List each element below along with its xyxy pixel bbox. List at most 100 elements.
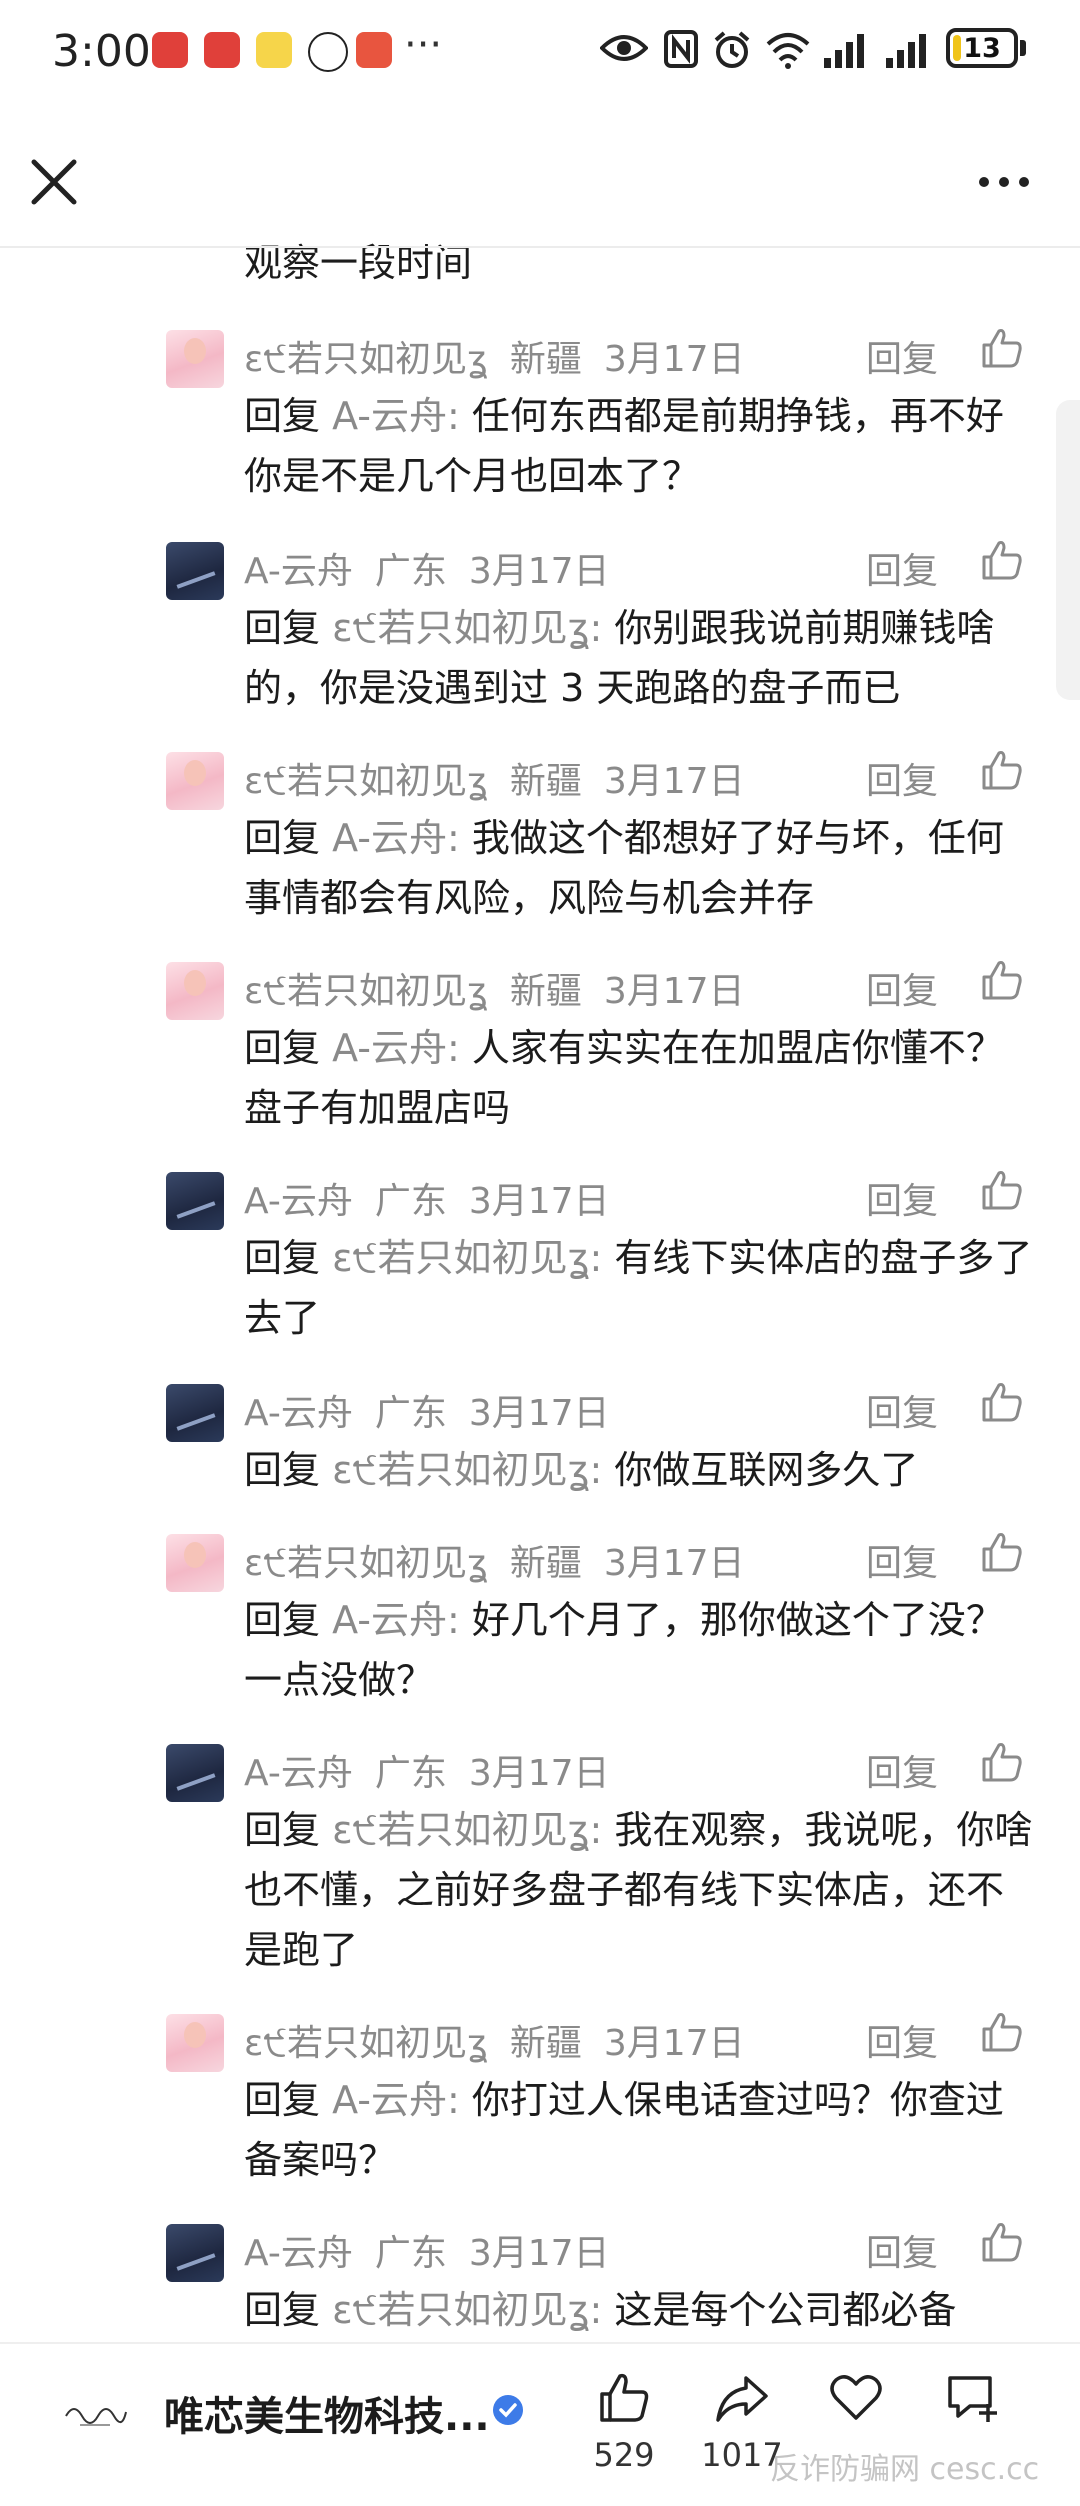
comment-text: 回复 A-云舟: 好几个月了，那你做这个了没？一点没做？ (244, 1590, 1034, 1710)
comment-author[interactable]: A-云舟 (244, 1393, 353, 1434)
comment-location: 新疆 (509, 2023, 582, 2064)
avatar[interactable] (166, 2014, 224, 2072)
reply-target[interactable]: A-云舟: (332, 2078, 460, 2122)
reply-button[interactable]: 回复 (866, 752, 938, 804)
like-action[interactable]: 529 (574, 2370, 674, 2474)
thumbs-up-icon[interactable] (980, 748, 1024, 792)
reply-prefix: 回复 (244, 1448, 321, 1492)
reply-button[interactable]: 回复 (866, 1384, 938, 1436)
reply-target[interactable]: ε੯若只如初见ʓ: (332, 606, 602, 650)
comment-body: 你做互联网多久了 (614, 1448, 919, 1492)
comment-date: 3月17日 (468, 2233, 610, 2274)
favorite-action[interactable] (806, 2370, 906, 2426)
avatar[interactable] (166, 752, 224, 810)
comment-meta: A-云舟 广东 3月17日 (244, 1384, 632, 1436)
comment-meta: ε੯若只如初见ʓ 新疆 3月17日 (244, 330, 767, 382)
share-icon (716, 2376, 768, 2422)
reply-target[interactable]: A-云舟: (332, 1026, 460, 1070)
avatar[interactable] (166, 1384, 224, 1442)
avatar[interactable] (166, 1534, 224, 1592)
comment-meta: A-云舟 广东 3月17日 (244, 2224, 632, 2276)
thumbs-up-icon[interactable] (980, 538, 1024, 582)
reply-target[interactable]: ε੯若只如初见ʓ: (332, 2288, 602, 2332)
thumbs-up-icon[interactable] (980, 1530, 1024, 1574)
comment-author[interactable]: A-云舟 (244, 1753, 353, 1794)
reply-target[interactable]: ε੯若只如初见ʓ: (332, 1808, 602, 1852)
thumbs-up-icon[interactable] (980, 2010, 1024, 2054)
app-notification-icon (356, 32, 392, 68)
reply-button[interactable]: 回复 (866, 542, 938, 594)
comment-text: 回复 ε੯若只如初见ʓ: 这是每个公司都必备 (244, 2280, 1034, 2340)
comment-author[interactable]: A-云舟 (244, 1181, 353, 1222)
thumbs-up-icon[interactable] (980, 1168, 1024, 1212)
comment-location: 广东 (374, 1181, 447, 1222)
comment-location: 新疆 (509, 1543, 582, 1584)
comment-add-icon (948, 2376, 997, 2422)
battery-indicator: 13 (946, 28, 1018, 68)
reply-prefix: 回复 (244, 2078, 321, 2122)
thumbs-up-icon[interactable] (980, 2220, 1024, 2264)
comment-author[interactable]: ε੯若只如初见ʓ (244, 2023, 488, 2064)
reply-prefix: 回复 (244, 816, 321, 860)
comment-action[interactable] (922, 2370, 1022, 2426)
signal-icon (824, 34, 864, 68)
reply-prefix: 回复 (244, 394, 321, 438)
avatar[interactable] (166, 1172, 224, 1230)
reply-button[interactable]: 回复 (866, 1744, 938, 1796)
comment-author[interactable]: ε੯若只如初见ʓ (244, 761, 488, 802)
thumbs-up-icon[interactable] (980, 1740, 1024, 1784)
brand-logo-icon[interactable] (60, 2394, 130, 2434)
more-horizontal-icon[interactable] (976, 172, 1032, 192)
qq-icon (308, 32, 348, 72)
thumbs-up-icon[interactable] (980, 958, 1024, 1002)
comment-text: 回复 A-云舟: 你打过人保电话查过吗？你查过备案吗？ (244, 2070, 1034, 2190)
comment-author[interactable]: A-云舟 (244, 2233, 353, 2274)
reply-target[interactable]: A-云舟: (332, 1598, 460, 1642)
reply-button[interactable]: 回复 (866, 1534, 938, 1586)
comment-date: 3月17日 (603, 2023, 745, 2064)
reply-button[interactable]: 回复 (866, 2014, 938, 2066)
reply-button[interactable]: 回复 (866, 962, 938, 1014)
comment-author[interactable]: ε੯若只如初见ʓ (244, 971, 488, 1012)
brand-name[interactable]: 唯芯美生物科技... (164, 2384, 490, 2442)
thumbs-up-icon (600, 2373, 649, 2422)
comment-date: 3月17日 (468, 1393, 610, 1434)
comment-text-partial: 观察一段时间 (244, 241, 473, 285)
comment-text: 回复 ε੯若只如初见ʓ: 我在观察，我说呢，你啥也不懂，之前好多盘子都有线下实体… (244, 1800, 1034, 1980)
comment-date: 3月17日 (468, 1181, 610, 1222)
avatar[interactable] (166, 330, 224, 388)
status-time: 3:00 (52, 26, 151, 77)
reply-target[interactable]: A-云舟: (332, 394, 460, 438)
comment-location: 广东 (374, 2233, 447, 2274)
comment-author[interactable]: A-云舟 (244, 551, 353, 592)
comment-text: 回复 A-云舟: 人家有实实在在加盟店你懂不？盘子有加盟店吗 (244, 1018, 1034, 1138)
reply-prefix: 回复 (244, 1808, 321, 1852)
comment-meta: ε੯若只如初见ʓ 新疆 3月17日 (244, 2014, 767, 2066)
reply-target[interactable]: ε੯若只如初见ʓ: (332, 1448, 602, 1492)
comment-list: 观察一段时间 ε੯若只如初见ʓ 新疆 3月17日 回复 回复 A-云舟: 任何东西都是前… (0, 232, 1080, 2342)
comment-meta: A-云舟 广东 3月17日 (244, 1744, 632, 1796)
avatar[interactable] (166, 1744, 224, 1802)
reply-button[interactable]: 回复 (866, 1172, 938, 1224)
reply-target[interactable]: A-云舟: (332, 816, 460, 860)
avatar[interactable] (166, 962, 224, 1020)
thumbs-up-icon[interactable] (980, 326, 1024, 370)
reply-prefix: 回复 (244, 1598, 321, 1642)
reply-target[interactable]: ε੯若只如初见ʓ: (332, 1236, 602, 1280)
signal-icon (886, 34, 926, 68)
reply-button[interactable]: 回复 (866, 330, 938, 382)
reply-button[interactable]: 回复 (866, 2224, 938, 2276)
comment-location: 广东 (374, 1393, 447, 1434)
thumbs-up-icon[interactable] (980, 1380, 1024, 1424)
close-icon[interactable] (28, 156, 80, 208)
comment-date: 3月17日 (468, 1753, 610, 1794)
huawei-app-icon (152, 32, 188, 68)
avatar[interactable] (166, 542, 224, 600)
reply-prefix: 回复 (244, 2288, 321, 2332)
comment-author[interactable]: ε੯若只如初见ʓ (244, 1543, 488, 1584)
battery-percent: 13 (963, 33, 1001, 64)
comment-meta: A-云舟 广东 3月17日 (244, 542, 632, 594)
avatar[interactable] (166, 2224, 224, 2282)
comment-author[interactable]: ε੯若只如初见ʓ (244, 339, 488, 380)
notification-app-icon (256, 32, 292, 68)
